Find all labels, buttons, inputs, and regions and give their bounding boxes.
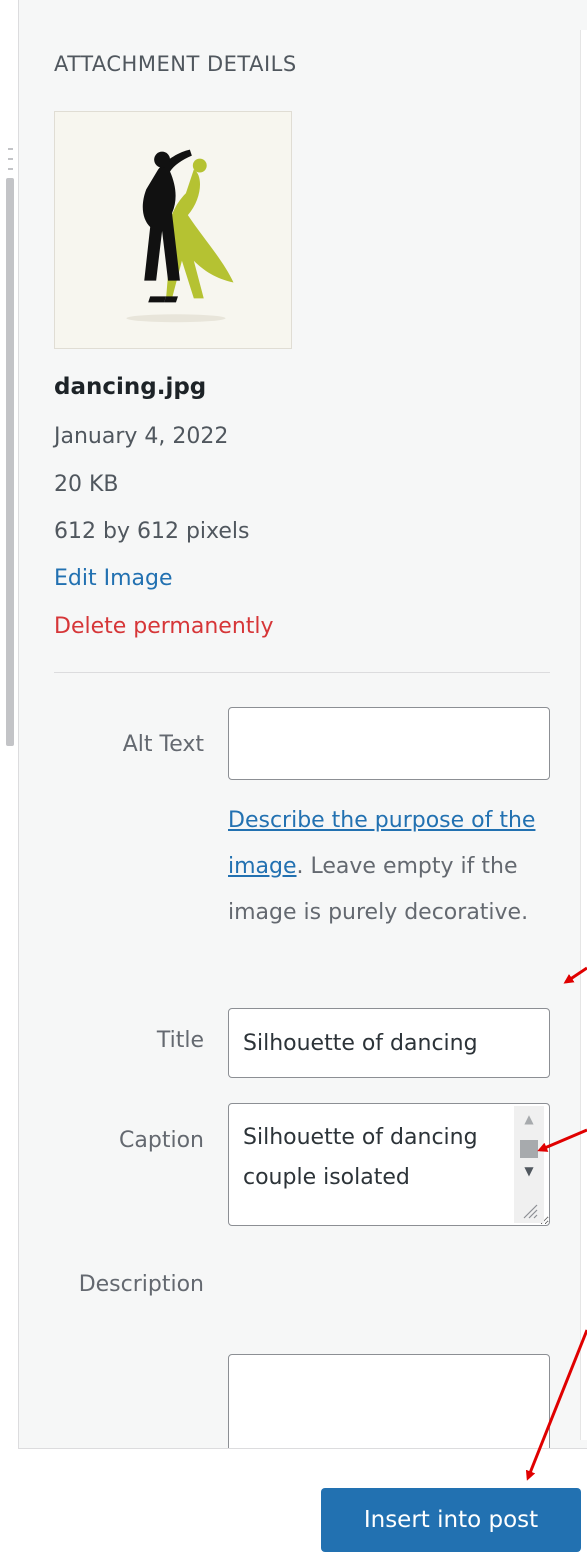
toolbar-divider [18,1448,587,1449]
caption-textarea[interactable]: Silhouette of dancing couple isolated [228,1103,550,1226]
alt-text-help: Describe the purpose of the image. Leave… [228,798,548,936]
alt-text-input[interactable] [228,707,550,780]
scroll-down-icon[interactable]: ▼ [514,1164,544,1178]
scroll-tick [8,168,13,170]
upload-date: January 4, 2022 [54,424,229,449]
title-label: Title [156,1028,204,1053]
delete-permanently-link[interactable]: Delete permanently [54,614,274,639]
caption-scroll-thumb[interactable] [520,1140,538,1158]
right-panel-edge [580,30,587,1440]
scroll-up-icon[interactable]: ▲ [514,1112,544,1126]
image-dimensions: 612 by 612 pixels [54,519,250,544]
alt-text-label: Alt Text [122,732,204,757]
scroll-tick [8,148,13,150]
description-label: Description [78,1272,204,1297]
title-input[interactable] [228,1008,550,1078]
scroll-tick [8,158,13,160]
file-size: 20 KB [54,472,119,497]
section-title: ATTACHMENT DETAILS [54,52,297,76]
dancing-couple-icon [126,149,234,323]
insert-into-post-button[interactable]: Insert into post [321,1488,581,1552]
attachment-thumbnail[interactable] [54,111,292,349]
left-scrollbar-track[interactable] [0,0,19,1465]
left-scrollbar-thumb[interactable] [6,178,14,746]
attachment-details-panel: ATTACHMENT DETAILS dancing.jpg January 4… [0,0,587,1553]
resize-handle-icon[interactable] [522,1203,538,1219]
divider [54,672,550,673]
file-name: dancing.jpg [54,374,207,400]
caption-label: Caption [119,1128,204,1153]
edit-image-link[interactable]: Edit Image [54,566,173,591]
caption-scrollbar[interactable]: ▲ ▼ [514,1106,544,1223]
